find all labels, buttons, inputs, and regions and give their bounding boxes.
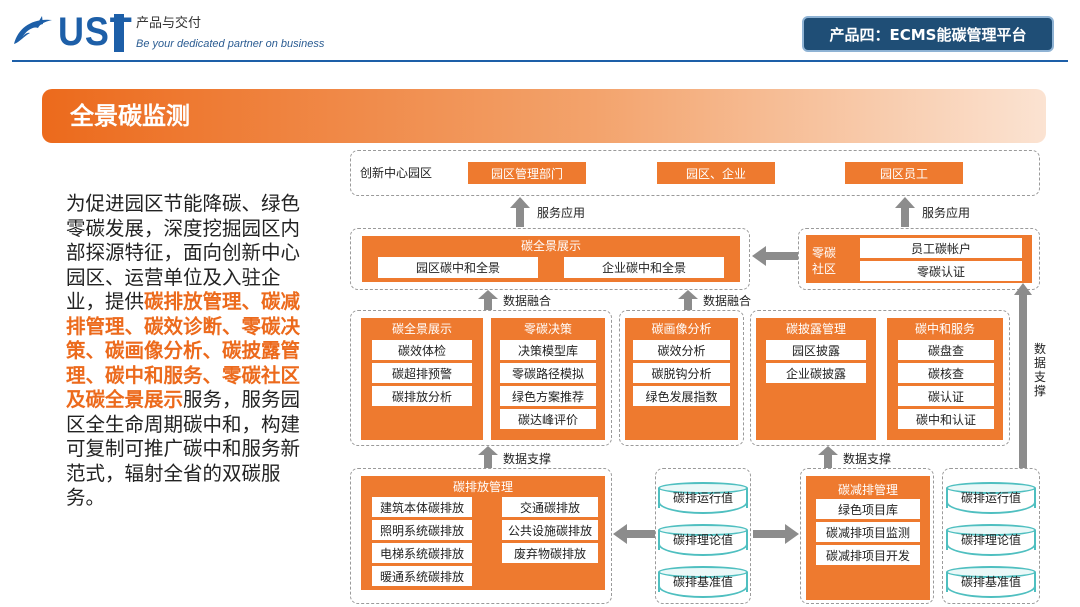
zero-community-item-account: 员工碳帐户 xyxy=(860,238,1022,258)
database-left-theory-icon: 碳排理论值 xyxy=(658,524,748,556)
brand-chinese-tagline: 产品与交付 xyxy=(136,16,202,31)
reduction-item-2: 碳减排项目开发 xyxy=(816,545,920,565)
emission-right-item-0: 交通碳排放 xyxy=(502,497,598,517)
database-right-theory-label: 碳排理论值 xyxy=(960,533,1021,547)
emission-left-item-2: 电梯系统碳排放 xyxy=(372,543,472,563)
module-portrait-item-2: 绿色发展指数 xyxy=(633,386,730,406)
emission-title: 碳排放管理 xyxy=(452,480,513,494)
arrow-up-service-left-icon xyxy=(510,197,530,227)
emission-right-item-2: 废弃物碳排放 xyxy=(502,543,598,563)
database-right-running-label: 碳排运行值 xyxy=(960,491,1021,505)
database-left-theory-label: 碳排理论值 xyxy=(672,533,733,547)
header-divider xyxy=(12,60,1068,62)
logo-bar xyxy=(114,14,124,52)
panorama-item-enterprise: 企业碳中和全景 xyxy=(564,257,724,278)
arrow-left-database-icon xyxy=(613,524,655,544)
module-portrait-title: 碳画像分析 xyxy=(651,322,712,336)
module-portrait-item-0: 碳效分析 xyxy=(633,340,730,360)
top-item-park-admin: 园区管理部门 xyxy=(468,162,586,184)
module-neutral-item-2: 碳认证 xyxy=(898,386,994,406)
module-neutral-item-3: 碳中和认证 xyxy=(898,409,994,429)
database-right-baseline-icon: 碳排基准值 xyxy=(946,566,1036,598)
top-row-label: 创新中心园区 xyxy=(360,166,433,180)
arrow-up-support-left-icon xyxy=(478,446,498,468)
section-title-bar xyxy=(42,89,1046,143)
module-disclosure-item-0: 园区披露 xyxy=(766,340,866,360)
top-item-park-staff: 园区员工 xyxy=(845,162,963,184)
module-disclosure-item-1: 企业碳披露 xyxy=(766,363,866,383)
emission-left-item-3: 暖通系统碳排放 xyxy=(372,566,472,586)
database-left-running-icon: 碳排运行值 xyxy=(658,482,748,514)
arrow-up-vertical-support-icon xyxy=(1014,283,1032,468)
panorama-title: 碳全景展示 xyxy=(520,239,581,253)
module-decision-item-1: 零碳路径模拟 xyxy=(500,363,596,383)
brand-english-tagline: Be your dedicated partner on business xyxy=(136,38,325,50)
module-neutral-item-1: 碳核查 xyxy=(898,363,994,383)
data-support-label-left: 数据支撑 xyxy=(503,452,552,466)
emission-left-item-1: 照明系统碳排放 xyxy=(372,520,472,540)
data-fusion-label-right: 数据融合 xyxy=(703,294,752,308)
emission-left-item-0: 建筑本体碳排放 xyxy=(372,497,472,517)
zero-community-title-2: 社区 xyxy=(812,262,837,276)
database-left-baseline-label: 碳排基准值 xyxy=(672,575,733,589)
module-decision-item-3: 碳达峰评价 xyxy=(500,409,596,429)
module-panorama-item-1: 碳超排预警 xyxy=(372,363,472,383)
database-left-running-label: 碳排运行值 xyxy=(672,491,733,505)
reduction-item-1: 碳减排项目监测 xyxy=(816,522,920,542)
panorama-item-park: 园区碳中和全景 xyxy=(378,257,538,278)
arrow-up-fusion-right-icon xyxy=(678,290,698,312)
module-decision-title: 零碳决策 xyxy=(523,322,572,336)
module-disclosure-title: 碳披露管理 xyxy=(785,322,846,336)
module-decision-item-0: 决策模型库 xyxy=(500,340,596,360)
module-panorama-title: 碳全景展示 xyxy=(391,322,452,336)
zero-community-item-cert: 零碳认证 xyxy=(860,261,1022,281)
database-right-theory-icon: 碳排理论值 xyxy=(946,524,1036,556)
database-right-running-icon: 碳排运行值 xyxy=(946,482,1036,514)
section-title: 全景碳监测 xyxy=(70,102,190,130)
description-paragraph: 为促进园区节能降碳、绿色零碳发展，深度挖掘园区内部探源特征，面向创新中心园区、运… xyxy=(66,192,302,511)
module-panorama-item-0: 碳效体检 xyxy=(372,340,472,360)
service-app-label-left: 服务应用 xyxy=(537,206,586,220)
service-app-label-right: 服务应用 xyxy=(922,206,971,220)
arrow-up-fusion-left-icon xyxy=(478,290,498,312)
module-decision-item-2: 绿色方案推荐 xyxy=(500,386,596,406)
reduction-item-0: 绿色项目库 xyxy=(816,499,920,519)
top-item-park-enterprise: 园区、企业 xyxy=(657,162,775,184)
arrow-right-reduction-icon xyxy=(753,524,799,544)
data-support-vertical-label: 数据支撑 xyxy=(1033,342,1046,398)
arrow-up-service-right-icon xyxy=(895,197,915,227)
dolphin-logo-icon xyxy=(14,16,52,44)
module-neutral-item-0: 碳盘查 xyxy=(898,340,994,360)
arrow-left-community-icon xyxy=(752,246,798,266)
arrow-up-support-right-icon xyxy=(818,446,838,468)
database-right-baseline-label: 碳排基准值 xyxy=(960,575,1021,589)
emission-right-item-1: 公共设施碳排放 xyxy=(502,520,598,540)
product-tag: 产品四：ECMS能碳管理平台 xyxy=(802,16,1054,52)
zero-community-title-1: 零碳 xyxy=(812,246,837,260)
database-left-baseline-icon: 碳排基准值 xyxy=(658,566,748,598)
module-portrait-item-1: 碳脱钩分析 xyxy=(633,363,730,383)
data-fusion-label-left: 数据融合 xyxy=(503,294,552,308)
reduction-title: 碳减排管理 xyxy=(837,483,898,497)
module-neutral-title: 碳中和服务 xyxy=(914,322,975,336)
module-panorama-item-2: 碳排放分析 xyxy=(372,386,472,406)
data-support-label-right: 数据支撑 xyxy=(843,452,892,466)
